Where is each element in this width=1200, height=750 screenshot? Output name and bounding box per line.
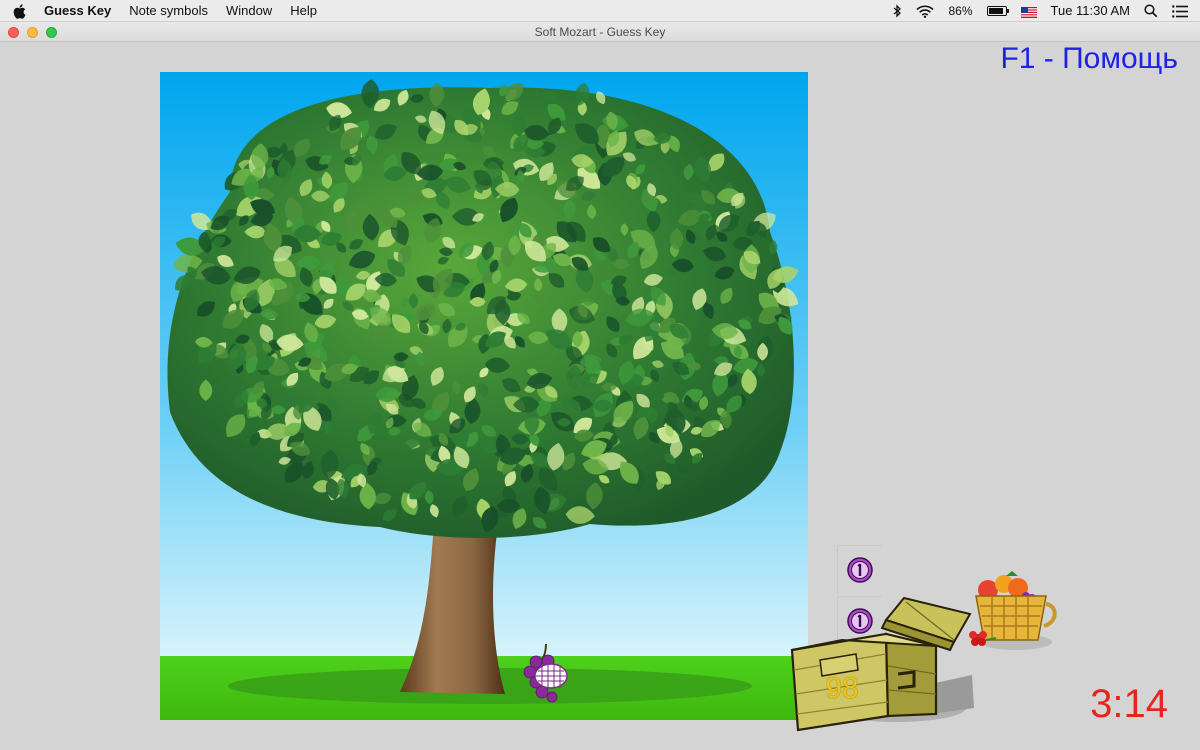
coin-icon (847, 557, 873, 588)
menu-note-symbols[interactable]: Note symbols (129, 0, 208, 22)
menubar-clock[interactable]: Tue 11:30 AM (1051, 0, 1131, 22)
spotlight-search-icon[interactable] (1144, 4, 1158, 18)
wifi-icon[interactable] (916, 5, 935, 18)
menu-help[interactable]: Help (290, 0, 317, 22)
apple-icon[interactable] (12, 3, 26, 19)
game-scene[interactable] (160, 72, 808, 720)
battery-fill (988, 8, 1003, 14)
us-flag-icon[interactable] (1020, 6, 1037, 18)
help-hint: F1 - Помощь (1000, 42, 1178, 75)
chest-count: 98 (825, 672, 859, 705)
tree-scene-image (160, 72, 808, 720)
window-title: Soft Mozart - Guess Key (534, 25, 666, 39)
menu-bar: Guess Key Note symbols Window Help 86% T… (0, 0, 1200, 22)
bluetooth-icon[interactable] (893, 4, 902, 18)
menu-guess-key[interactable]: Guess Key (44, 0, 111, 22)
menu-window[interactable]: Window (226, 0, 272, 22)
grapes-icon[interactable] (522, 642, 572, 711)
window-title-bar: Soft Mozart - Guess Key (0, 22, 1200, 42)
treasure-chest-icon[interactable] (786, 590, 976, 740)
game-timer: 3:14 (1090, 682, 1168, 726)
battery-percent[interactable]: 86% (948, 0, 972, 22)
battery-icon[interactable] (986, 6, 1009, 16)
coin-slot-1 (837, 545, 882, 594)
fruit-basket-icon[interactable] (962, 570, 1058, 659)
notification-center-icon[interactable] (1172, 4, 1188, 18)
